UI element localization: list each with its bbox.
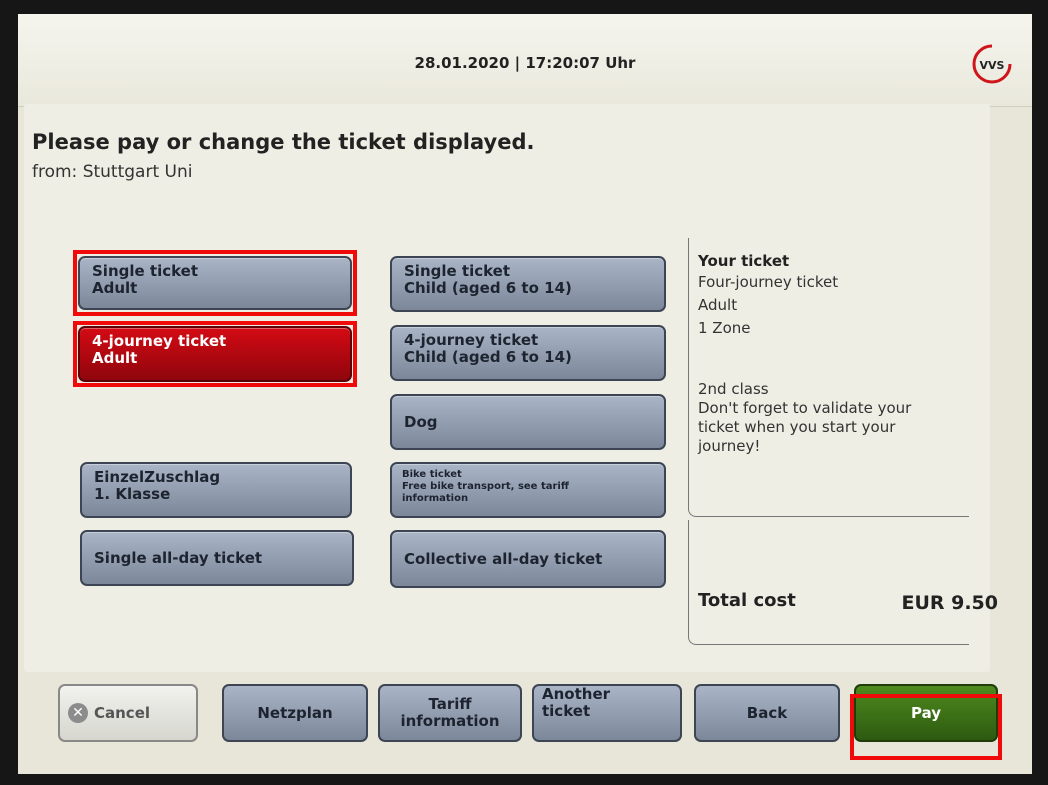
tariff-information-button[interactable]: Tariff information bbox=[378, 684, 522, 742]
ticket-label-line2: 1. Klasse bbox=[94, 485, 171, 503]
origin-station: from: Stuttgart Uni bbox=[32, 162, 193, 182]
ticket-dog-button[interactable]: Dog bbox=[390, 394, 666, 450]
cancel-button[interactable]: ✕ Cancel bbox=[58, 684, 198, 742]
ticket-label-line1: EinzelZuschlag bbox=[94, 468, 221, 486]
netzplan-button[interactable]: Netzplan bbox=[222, 684, 368, 742]
another-ticket-button[interactable]: Another ticket bbox=[532, 684, 682, 742]
summary-line: 1 Zone bbox=[698, 319, 751, 337]
datetime-display: 28.01.2020 | 17:20:07 Uhr bbox=[414, 54, 636, 72]
total-cost-box bbox=[688, 520, 969, 645]
highlight-frame-pay bbox=[850, 694, 1002, 760]
vvs-logo-icon: VVS bbox=[972, 44, 1012, 84]
ticket-single-allday-button[interactable]: Single all-day ticket bbox=[80, 530, 354, 586]
ticket-label-line2: Child (aged 6 to 14) bbox=[404, 279, 572, 297]
ticket-single-child-button[interactable]: Single ticket Child (aged 6 to 14) bbox=[390, 256, 666, 312]
highlight-frame-4journey-adult bbox=[73, 321, 357, 387]
logo-text: VVS bbox=[980, 59, 1005, 72]
tariff-label-line1: Tariff bbox=[428, 695, 472, 713]
total-cost-label: Total cost bbox=[698, 590, 796, 611]
summary-note-line: journey! bbox=[698, 437, 761, 455]
summary-note-line: ticket when you start your bbox=[698, 418, 896, 436]
ticket-label-line2: Child (aged 6 to 14) bbox=[404, 348, 572, 366]
ticket-label: Single all-day ticket bbox=[94, 548, 263, 567]
close-icon: ✕ bbox=[68, 703, 88, 723]
tariff-label-line2: information bbox=[400, 712, 500, 730]
ticket-label-line1: 4-journey ticket bbox=[404, 331, 539, 349]
ticket-bike-button[interactable]: Bike ticket Free bike transport, see tar… bbox=[390, 462, 666, 518]
summary-line: Four-journey ticket bbox=[698, 273, 839, 291]
ticket-label-line1: Bike ticket bbox=[402, 469, 462, 480]
ticket-label: Dog bbox=[404, 412, 438, 431]
summary-note-line: 2nd class bbox=[698, 380, 769, 398]
summary-note-line: Don't forget to validate your bbox=[698, 399, 912, 417]
page-title: Please pay or change the ticket displaye… bbox=[32, 130, 535, 154]
another-label-line2: ticket bbox=[542, 702, 591, 720]
ticket-collective-allday-button[interactable]: Collective all-day ticket bbox=[390, 530, 666, 588]
summary-line: Adult bbox=[698, 296, 738, 314]
back-label: Back bbox=[746, 703, 788, 722]
total-cost-value: EUR 9.50 bbox=[901, 592, 998, 614]
summary-note: 2nd class Don't forget to validate your … bbox=[698, 380, 963, 456]
ticket-label-line1: Single ticket bbox=[404, 262, 511, 280]
top-bar: 28.01.2020 | 17:20:07 Uhr VVS bbox=[18, 14, 1032, 107]
summary-title: Your ticket bbox=[698, 252, 790, 270]
another-label-line1: Another bbox=[542, 685, 611, 703]
ticket-label: Collective all-day ticket bbox=[404, 549, 603, 568]
ticket-label-line3: information bbox=[402, 493, 469, 504]
ticket-label-line2: Free bike transport, see tariff bbox=[402, 481, 569, 492]
ticket-4journey-child-button[interactable]: 4-journey ticket Child (aged 6 to 14) bbox=[390, 325, 666, 381]
ticket-einzelzuschlag-button[interactable]: EinzelZuschlag 1. Klasse bbox=[80, 462, 352, 518]
cancel-label: Cancel bbox=[94, 703, 151, 722]
back-button[interactable]: Back bbox=[694, 684, 840, 742]
highlight-frame-single-adult bbox=[73, 250, 357, 316]
netzplan-label: Netzplan bbox=[257, 703, 333, 722]
